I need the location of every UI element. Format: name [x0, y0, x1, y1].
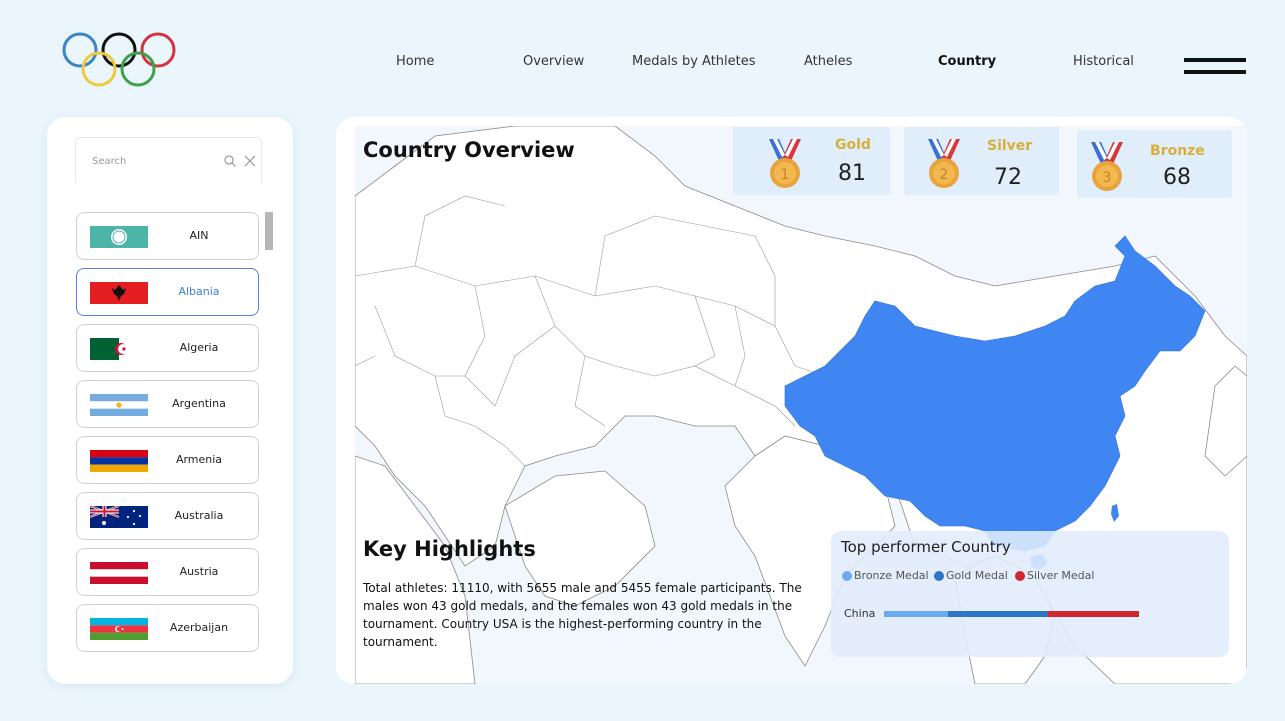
country-item-ain[interactable]: AIN [76, 212, 259, 260]
svg-text:2: 2 [940, 167, 949, 183]
bronze-medal-card: 3 Bronze 68 [1077, 130, 1232, 198]
category-label: China [844, 607, 876, 620]
legend-label: Gold Medal [946, 569, 1008, 582]
legend-label: Silver Medal [1027, 569, 1095, 582]
gold-label: Gold [835, 137, 871, 153]
nav-atheles[interactable]: Atheles [804, 54, 852, 69]
silver-medal-card: 2 Silver 72 [904, 127, 1059, 195]
nav-historical[interactable]: Historical [1073, 54, 1134, 69]
bronze-value: 68 [1163, 165, 1191, 190]
albania-flag-icon [90, 282, 148, 304]
country-overview-panel: Country Overview 1 Gold 81 2 Silver 72 3… [336, 117, 1247, 684]
legend-dot-bronze [842, 571, 852, 581]
hamburger-menu-icon[interactable] [1184, 58, 1246, 78]
bar-segment-bronze-medal[interactable] [884, 611, 949, 617]
key-highlights-text: Total athletes: 11110, with 5655 male an… [363, 581, 802, 649]
armenia-flag-icon [90, 450, 148, 472]
legend-label: Bronze Medal [854, 569, 929, 582]
country-name: Azerbaijan [169, 621, 229, 634]
country-name: Austria [179, 565, 219, 578]
search-box [75, 137, 262, 183]
key-highlights-title: Key Highlights [363, 537, 536, 561]
silver-label: Silver [987, 138, 1033, 154]
nav-overview[interactable]: Overview [523, 54, 584, 69]
stacked-bar[interactable] [884, 611, 1139, 617]
gold-value: 81 [838, 161, 866, 186]
country-item-armenia[interactable]: Armenia [76, 436, 259, 484]
azerbaijan-flag-icon [90, 618, 148, 640]
country-name: Australia [174, 509, 224, 522]
nav-medals-by-athletes[interactable]: Medals by Athletes [632, 54, 756, 69]
country-name: Argentina [172, 397, 226, 410]
svg-text:1: 1 [781, 167, 790, 183]
country-name: Armenia [175, 453, 223, 466]
olympic-rings-logo [62, 32, 176, 87]
svg-text:3: 3 [1103, 170, 1112, 186]
country-name: Algeria [179, 341, 219, 354]
top-performer-title: Top performer Country [841, 538, 1011, 556]
legend-dot-gold [934, 571, 944, 581]
country-item-australia[interactable]: Australia [76, 492, 259, 540]
nav-home[interactable]: Home [396, 54, 434, 69]
bar-segment-silver-medal[interactable] [1047, 611, 1139, 617]
country-item-albania[interactable]: Albania [76, 268, 259, 316]
country-name: Albania [178, 285, 220, 298]
silver-medal-icon: 2 [928, 139, 960, 188]
australia-flag-icon [90, 506, 148, 528]
country-item-argentina[interactable]: Argentina [76, 380, 259, 428]
silver-value: 72 [994, 165, 1022, 190]
search-icon[interactable] [223, 154, 237, 168]
bar-segment-gold-medal[interactable] [948, 611, 1048, 617]
legend-dot-silver [1015, 571, 1025, 581]
country-sidebar: AIN Albania Algeria [47, 117, 293, 684]
country-name: AIN [189, 229, 209, 242]
bronze-label: Bronze [1150, 143, 1205, 159]
country-item-austria[interactable]: Austria [76, 548, 259, 596]
ain-flag-icon [90, 226, 148, 248]
argentina-flag-icon [90, 394, 148, 416]
austria-flag-icon [90, 562, 148, 584]
country-item-azerbaijan[interactable]: Azerbaijan [76, 604, 259, 652]
clear-icon[interactable] [243, 154, 257, 168]
gold-medal-icon: 1 [769, 139, 801, 188]
gold-medal-card: 1 Gold 81 [733, 127, 890, 195]
nav-country[interactable]: Country [938, 54, 996, 69]
page-title: Country Overview [363, 138, 575, 162]
bronze-medal-icon: 3 [1091, 142, 1123, 191]
country-item-algeria[interactable]: Algeria [76, 324, 259, 372]
algeria-flag-icon [90, 338, 148, 360]
search-input[interactable] [92, 156, 212, 167]
top-performer-chart[interactable]: Top performer Country Bronze Medal Gold … [831, 531, 1229, 657]
country-list-scrollbar[interactable] [265, 212, 273, 250]
